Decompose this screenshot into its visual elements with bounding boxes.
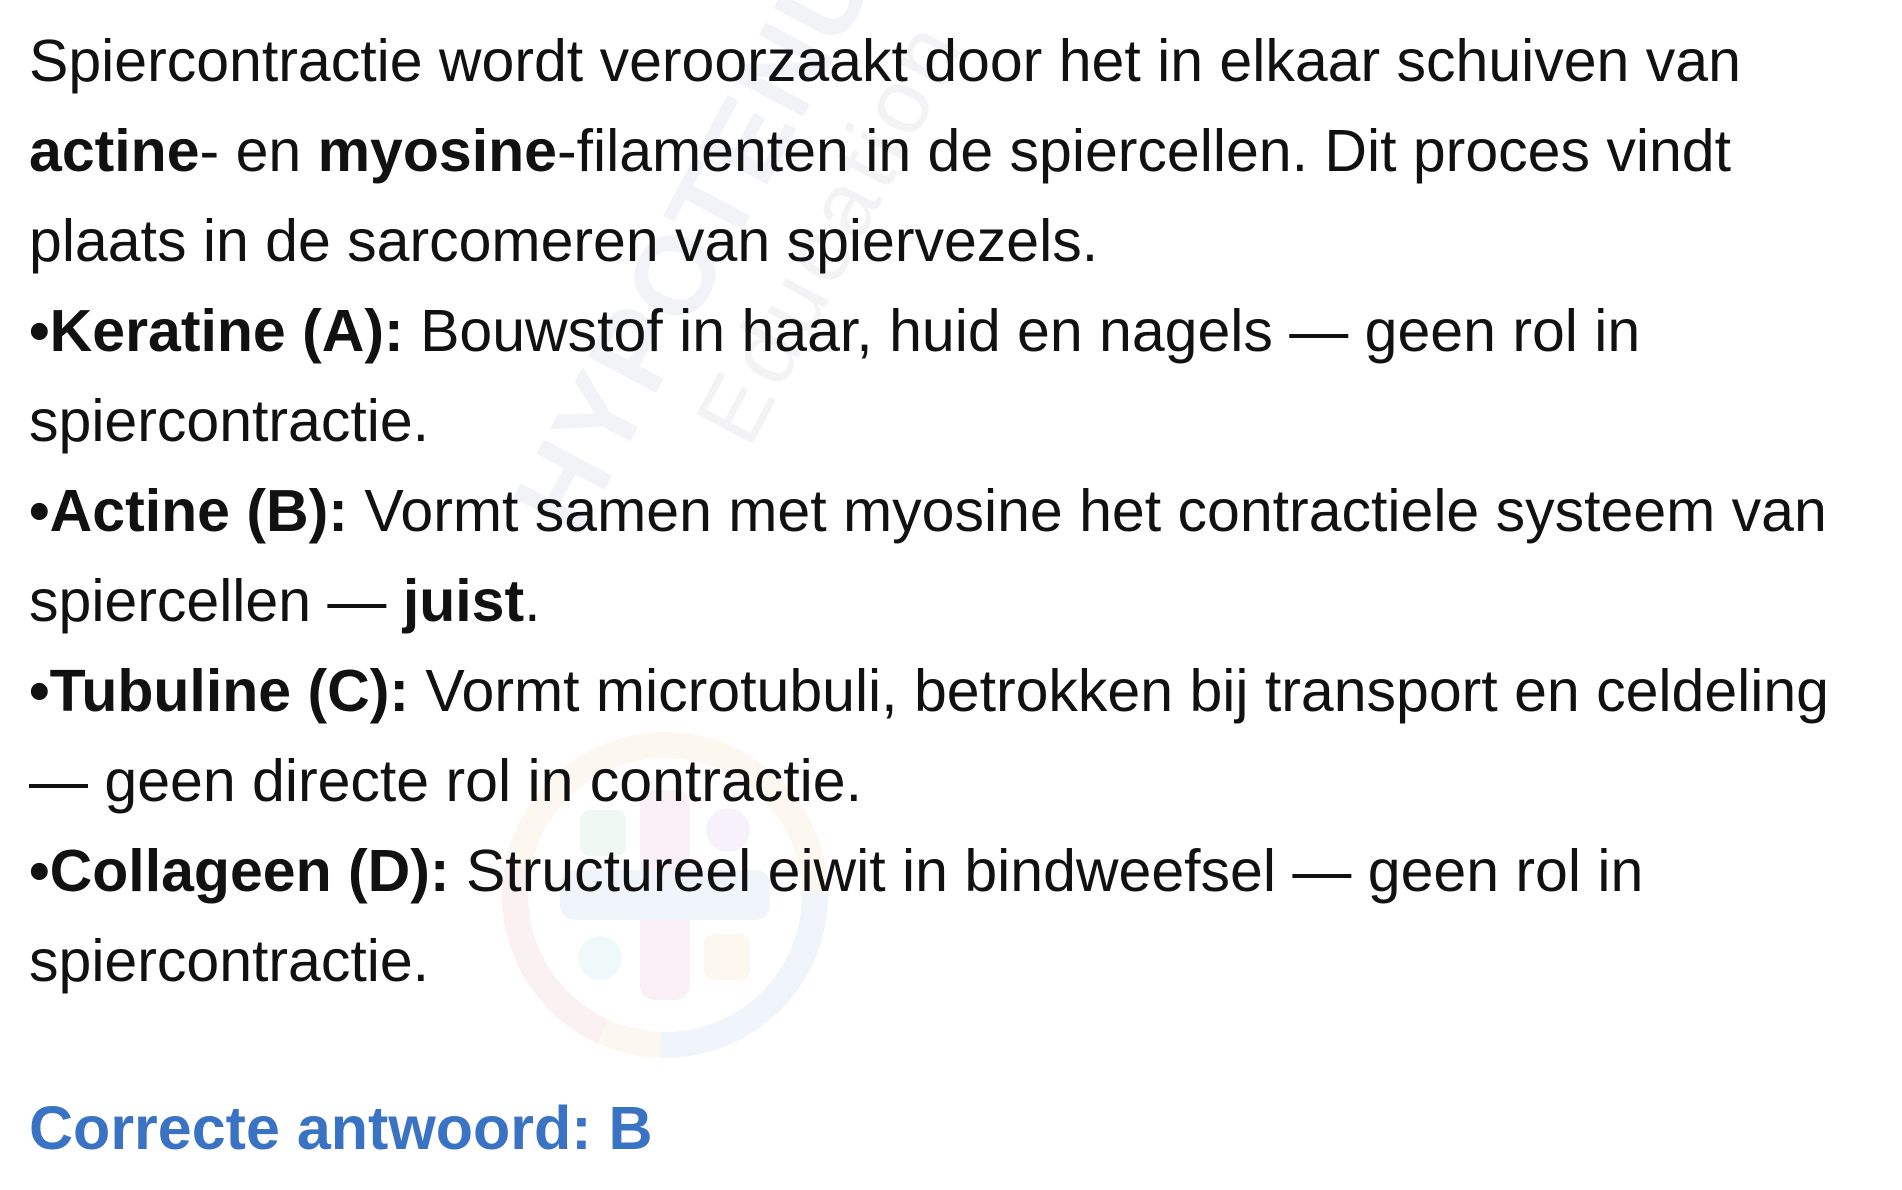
bullet-marker: •: [29, 658, 50, 724]
option-c-label: Tubuline (C):: [49, 658, 410, 724]
option-b-after: .: [524, 568, 541, 634]
intro-text-1: Spiercontractie wordt veroorzaakt door h…: [29, 28, 1741, 94]
bullet-marker: •: [29, 298, 50, 364]
slide: HYPOTENUSE Education Center Spiercontrac…: [0, 0, 1902, 1190]
explanation-body: Spiercontractie wordt veroorzaakt door h…: [29, 16, 1889, 1006]
option-a-label: Keratine (A):: [49, 298, 404, 364]
option-d-label: Collageen (D):: [49, 838, 450, 904]
option-d: •Collageen (D): Structureel eiwit in bin…: [29, 826, 1889, 1006]
intro-myosine: myosine: [317, 118, 557, 184]
option-b-emphasis: juist: [402, 568, 525, 634]
option-a: •Keratine (A): Bouwstof in haar, huid en…: [29, 286, 1889, 466]
option-b-label: Actine (B):: [49, 478, 348, 544]
option-b: •Actine (B): Vormt samen met myosine het…: [29, 466, 1889, 646]
intro-paragraph: Spiercontractie wordt veroorzaakt door h…: [29, 16, 1889, 286]
correct-answer: Correcte antwoord: B: [29, 1094, 653, 1162]
intro-text-2: - en: [199, 118, 318, 184]
bullet-marker: •: [29, 838, 50, 904]
option-c: •Tubuline (C): Vormt microtubuli, betrok…: [29, 646, 1889, 826]
bullet-marker: •: [29, 478, 50, 544]
intro-actine: actine: [29, 118, 200, 184]
